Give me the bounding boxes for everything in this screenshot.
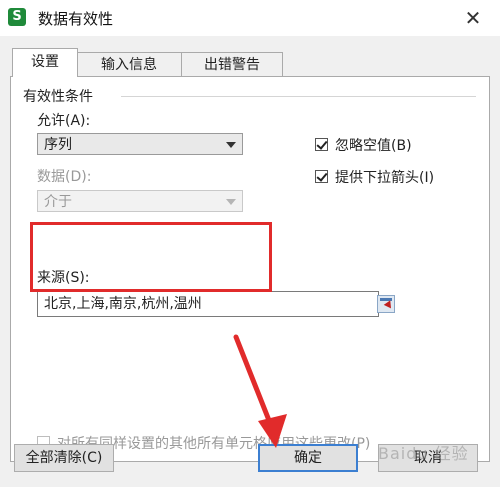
arrow-shaft <box>233 334 275 431</box>
arrow-head <box>258 414 287 448</box>
watermark: Baidu 经验 <box>378 444 469 463</box>
tab-settings[interactable]: 设置 <box>12 48 78 77</box>
